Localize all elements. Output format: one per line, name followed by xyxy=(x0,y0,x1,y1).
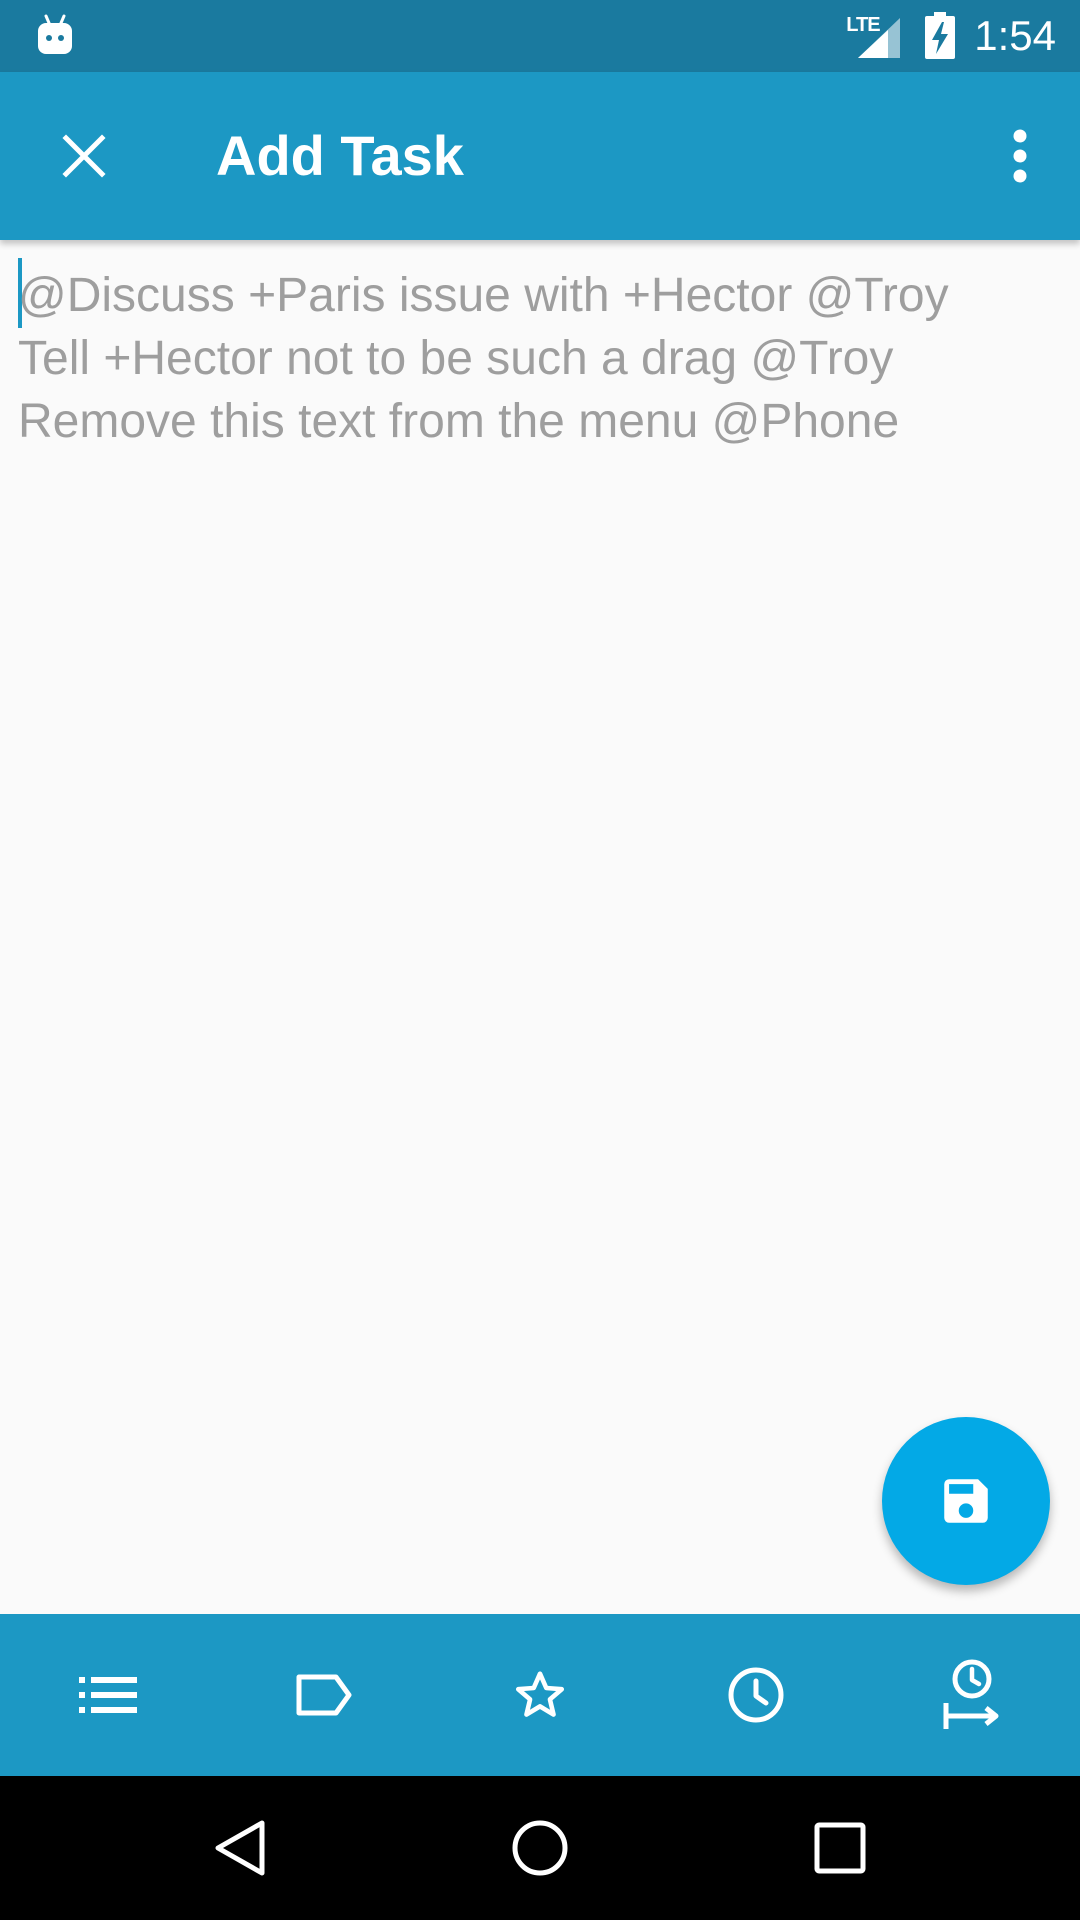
add-task-screen: LTE 1:54 Add Task @Discuss +Paris issue … xyxy=(0,0,1080,1920)
status-icons: LTE 1:54 xyxy=(844,0,1056,72)
due-date-button[interactable] xyxy=(696,1635,816,1755)
recents-button[interactable] xyxy=(792,1800,888,1896)
battery-charging-icon xyxy=(925,12,956,59)
clock-icon xyxy=(728,1667,784,1723)
defer-threshold-icon xyxy=(943,1659,999,1729)
task-input-placeholder: @Discuss +Paris issue with +Hector @Troy… xyxy=(18,264,1068,453)
priority-button[interactable] xyxy=(480,1635,600,1755)
close-button[interactable] xyxy=(36,108,132,204)
overflow-menu-button[interactable] xyxy=(984,108,1056,204)
bottom-toolbar xyxy=(0,1614,1080,1776)
placeholder-line: @Discuss +Paris issue with +Hector @Troy xyxy=(18,269,949,322)
placeholder-line: Remove this text from the menu @Phone xyxy=(18,395,900,448)
save-button[interactable] xyxy=(882,1417,1050,1585)
recents-icon xyxy=(814,1822,866,1874)
status-bar: LTE 1:54 xyxy=(0,0,1080,72)
signal-icon: LTE xyxy=(844,12,904,60)
app-toolbar: Add Task xyxy=(0,72,1080,240)
save-icon xyxy=(944,1479,988,1523)
close-icon xyxy=(62,134,106,178)
home-icon xyxy=(512,1820,568,1876)
placeholder-line: Tell +Hector not to be such a drag @Troy xyxy=(18,332,894,385)
home-button[interactable] xyxy=(492,1800,588,1896)
back-button[interactable] xyxy=(192,1800,288,1896)
navigation-bar xyxy=(0,1776,1080,1920)
list-icon xyxy=(79,1677,137,1713)
page-title: Add Task xyxy=(216,124,464,187)
android-notification-icon xyxy=(38,14,72,54)
star-icon xyxy=(515,1671,565,1717)
status-clock: 1:54 xyxy=(974,12,1056,59)
back-icon xyxy=(215,1820,265,1876)
tag-button[interactable] xyxy=(264,1635,384,1755)
tag-icon xyxy=(296,1674,352,1716)
threshold-date-button[interactable] xyxy=(912,1635,1032,1755)
list-button[interactable] xyxy=(48,1635,168,1755)
more-vert-icon xyxy=(1013,129,1027,183)
task-text-input[interactable]: @Discuss +Paris issue with +Hector @Troy… xyxy=(0,240,1080,1614)
